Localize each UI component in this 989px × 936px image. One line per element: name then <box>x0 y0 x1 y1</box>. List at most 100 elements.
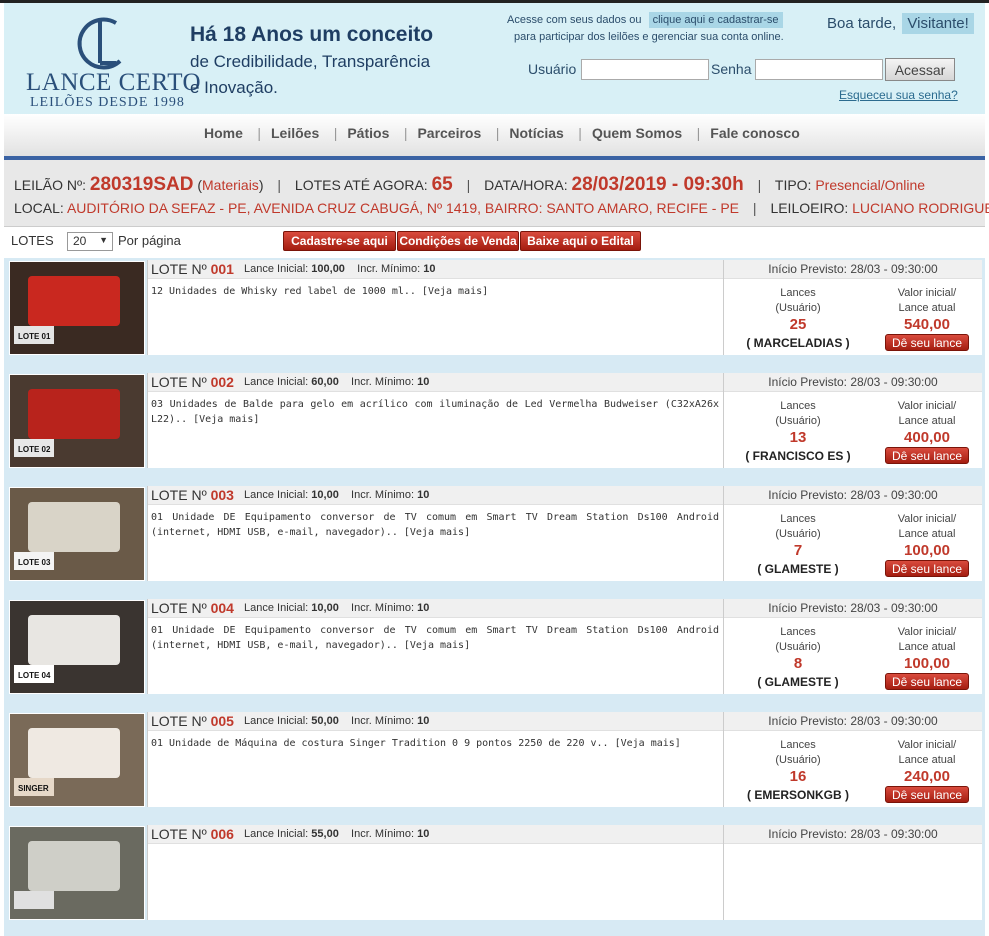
access-subtext: para participar dos leilões e gerenciar … <box>514 31 784 43</box>
forgot-password-link[interactable]: Esqueceu sua senha? <box>839 88 958 102</box>
lot-thumbnail[interactable]: LOTE 01 <box>9 261 145 355</box>
auctioneer-name: LUCIANO RODRIGUES <box>852 200 989 216</box>
password-input[interactable] <box>755 59 883 80</box>
logo[interactable]: LANCE CERTO LEILÕES DESDE 1998 <box>22 15 201 110</box>
nav-noticias[interactable]: | Notícias <box>486 125 564 141</box>
nav-label: Quem Somos <box>591 125 683 141</box>
nav-label: Parceiros <box>417 125 482 141</box>
lot-photo-icon: LOTE 03 <box>10 488 144 580</box>
lot-thumb-tag: SINGER <box>18 784 49 793</box>
top-bidder: ( GLAMESTE ) <box>757 562 839 576</box>
lot-photo-icon: LOTE 01 <box>10 262 144 354</box>
leilao-label: LEILÃO Nº: <box>14 177 87 193</box>
lot-number[interactable]: LOTE Nº 005 <box>151 713 234 729</box>
incr-minimo-value: 10 <box>423 263 436 275</box>
nav-patios[interactable]: | Pátios <box>324 125 390 141</box>
download-edital-button[interactable]: Baixe aqui o Edital <box>520 231 641 251</box>
lot-start-time: Início Previsto: 28/03 - 09:30:00 <box>724 825 982 844</box>
lot-description[interactable]: 01 Unidade DE Equipamento conversor de T… <box>151 510 719 540</box>
lot-description[interactable]: 12 Unidades de Whisky red label de 1000 … <box>151 284 719 299</box>
lotes-count: 65 <box>431 174 453 195</box>
lot-row: LOTE Nº 006 Lance Inicial: 55,00 Incr. M… <box>4 823 985 936</box>
lot-number[interactable]: LOTE Nº 004 <box>151 600 234 616</box>
lot-meta: Lance Inicial: 55,00 Incr. Mínimo: 10 <box>244 828 430 840</box>
per-page-select[interactable]: 20 ▼ <box>67 232 113 251</box>
logo-name: LANCE CERTO <box>26 69 202 96</box>
lot-number[interactable]: LOTE Nº 001 <box>151 261 234 277</box>
nav-label: Fale conosco <box>710 125 800 141</box>
lotes-toolbar: LOTES 20 ▼ Por página Cadastre-se aqui C… <box>4 227 985 255</box>
valor-header: Valor inicial/Lance atual <box>897 513 957 540</box>
valor-header: Valor inicial/Lance atual <box>897 400 957 427</box>
lance-inicial-value: 55,00 <box>311 828 339 840</box>
greeting: Boa tarde, Visitante! <box>827 13 974 34</box>
lot-thumbnail[interactable]: LOTE 02 <box>9 374 145 468</box>
lot-thumbnail[interactable] <box>9 826 145 920</box>
login-button[interactable]: Acessar <box>885 58 955 81</box>
lance-inicial-value: 10,00 <box>311 602 339 614</box>
lances-header: Lances (Usuário) <box>775 739 821 766</box>
auction-info-line-2: LOCAL: AUDITÓRIO DA SEFAZ - PE, AVENIDA … <box>14 200 989 216</box>
lot-start-time: Início Previsto: 28/03 - 09:30:00 <box>724 599 982 618</box>
auction-info-line-1: LEILÃO Nº: 280319SAD (Materiais) | LOTES… <box>14 174 926 195</box>
lot-number[interactable]: LOTE Nº 006 <box>151 826 234 842</box>
lot-header: LOTE Nº 003 Lance Inicial: 10,00 Incr. M… <box>148 486 723 505</box>
lot-thumbnail[interactable]: LOTE 04 <box>9 600 145 694</box>
lot-row: LOTE 01 LOTE Nº 001 Lance Inicial: 100,0… <box>4 258 985 371</box>
lances-header: Lances (Usuário) <box>775 626 821 653</box>
nav-parceiros[interactable]: | Parceiros <box>394 125 481 141</box>
main-nav: Home | Leilões | Pátios | Parceiros | Notíci… <box>4 114 985 160</box>
lot-start-time: Início Previsto: 28/03 - 09:30:00 <box>724 373 982 392</box>
lances-header: Lances (Usuário) <box>775 287 821 314</box>
lot-start-time: Início Previsto: 28/03 - 09:30:00 <box>724 712 982 731</box>
username-label: Usuário <box>528 61 577 77</box>
register-button[interactable]: Cadastre-se aqui <box>283 231 396 251</box>
place-bid-button[interactable]: Dê seu lance <box>885 673 969 690</box>
site-header: LANCE CERTO LEILÕES DESDE 1998 Há 18 Ano… <box>4 3 985 115</box>
sale-conditions-button[interactable]: Condições de Venda <box>397 231 519 251</box>
lot-header: LOTE Nº 005 Lance Inicial: 50,00 Incr. M… <box>148 712 723 731</box>
lot-header: LOTE Nº 002 Lance Inicial: 60,00 Incr. M… <box>148 373 723 392</box>
place-bid-button[interactable]: Dê seu lance <box>885 786 969 803</box>
lances-header: Lances (Usuário) <box>775 400 821 427</box>
valor-header: Valor inicial/Lance atual <box>897 626 957 653</box>
place-bid-button[interactable]: Dê seu lance <box>885 334 969 351</box>
lot-photo-icon: LOTE 02 <box>10 375 144 467</box>
lot-details: LOTE Nº 005 Lance Inicial: 50,00 Incr. M… <box>147 712 723 807</box>
lot-header: LOTE Nº 006 Lance Inicial: 55,00 Incr. M… <box>148 825 723 844</box>
lot-thumbnail[interactable]: LOTE 03 <box>9 487 145 581</box>
lot-details: LOTE Nº 002 Lance Inicial: 60,00 Incr. M… <box>147 373 723 468</box>
lot-header: LOTE Nº 004 Lance Inicial: 10,00 Incr. M… <box>148 599 723 618</box>
lot-photo-icon: SINGER <box>10 714 144 806</box>
slogan-line-1: Há 18 Anos um conceito <box>190 23 434 46</box>
lc-monogram-icon <box>77 17 122 70</box>
current-bid-value: 100,00 <box>904 655 950 672</box>
greeting-text: Boa tarde, <box>827 15 897 32</box>
lot-thumbnail[interactable]: SINGER <box>9 713 145 807</box>
auction-datetime: 28/03/2019 - 09:30h <box>571 174 744 195</box>
lot-photo-icon <box>10 827 144 919</box>
visitor-badge: Visitante! <box>902 13 974 34</box>
lot-description[interactable]: 01 Unidade de Máquina de costura Singer … <box>151 736 719 751</box>
nav-home[interactable]: Home <box>204 125 243 141</box>
lot-bid-panel: Início Previsto: 28/03 - 09:30:00 Lances… <box>723 373 982 468</box>
nav-quem-somos[interactable]: | Quem Somos <box>568 125 682 141</box>
lot-number[interactable]: LOTE Nº 002 <box>151 374 234 390</box>
place-bid-button[interactable]: Dê seu lance <box>885 560 969 577</box>
lot-number[interactable]: LOTE Nº 003 <box>151 487 234 503</box>
register-link[interactable]: clique aqui e cadastrar-se <box>648 12 783 28</box>
lot-start-time: Início Previsto: 28/03 - 09:30:00 <box>724 486 982 505</box>
nav-leiloes[interactable]: | Leilões <box>247 125 319 141</box>
place-bid-button[interactable]: Dê seu lance <box>885 447 969 464</box>
lot-description[interactable]: 01 Unidade DE Equipamento conversor de T… <box>151 623 719 653</box>
nav-fale-conosco[interactable]: | Fale conosco <box>687 125 800 141</box>
current-bid-value: 240,00 <box>904 768 950 785</box>
lot-bid-panel: Início Previsto: 28/03 - 09:30:00 <box>723 825 982 920</box>
incr-minimo-value: 10 <box>417 489 430 501</box>
lance-inicial-value: 100,00 <box>311 263 345 275</box>
username-input[interactable] <box>581 59 709 80</box>
lot-bid-panel: Início Previsto: 28/03 - 09:30:00 Lances… <box>723 599 982 694</box>
slogan-line-2: de Credibilidade, Transparência <box>190 52 431 71</box>
lotes-label: LOTES <box>11 233 54 248</box>
lot-description[interactable]: 03 Unidades de Balde para gelo em acríli… <box>151 397 719 427</box>
